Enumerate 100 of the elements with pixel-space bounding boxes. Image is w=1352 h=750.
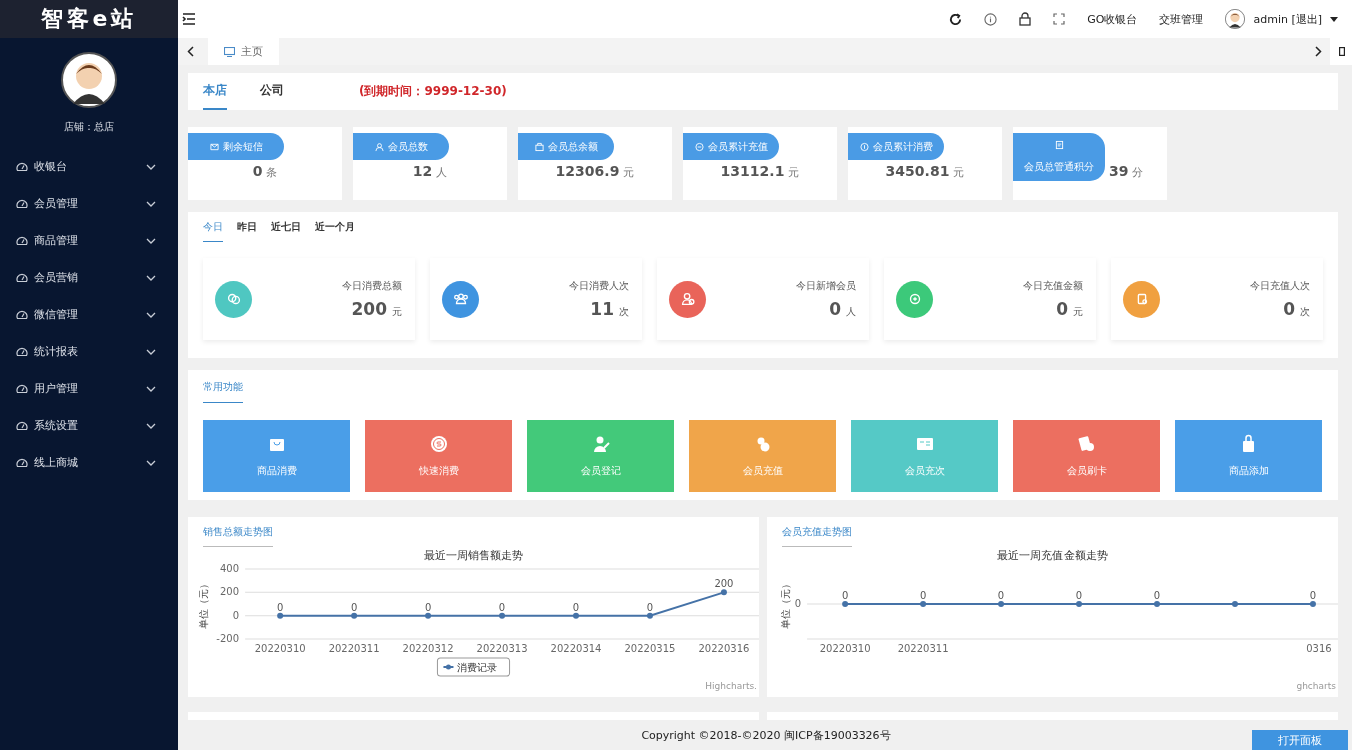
card-value: 12 bbox=[412, 163, 433, 179]
card-label: 会员总数 bbox=[353, 133, 449, 160]
caret-icon[interactable] bbox=[1330, 16, 1338, 22]
data-label: 200 bbox=[714, 578, 734, 590]
chevron-down-icon bbox=[146, 200, 156, 207]
sidebar-item[interactable]: 会员营销 bbox=[0, 259, 178, 296]
x-tick-label: 20220312 bbox=[402, 643, 454, 654]
x-tick-label: 20220310 bbox=[819, 643, 871, 654]
gauge-icon bbox=[16, 456, 28, 469]
period-tab[interactable]: 昨日 bbox=[237, 220, 257, 242]
x-tick-label: 20220311 bbox=[328, 643, 380, 654]
data-label: 0 bbox=[424, 601, 432, 613]
refresh-icon[interactable] bbox=[949, 12, 963, 26]
chevron-down-icon bbox=[146, 422, 156, 429]
card-unit: 人 bbox=[436, 165, 448, 180]
chevron-left-icon[interactable] bbox=[186, 46, 194, 57]
gauge-icon bbox=[16, 308, 28, 321]
user-avatar bbox=[1225, 9, 1246, 29]
card-unit: 元 bbox=[788, 165, 800, 180]
card-label: 会员累计消费 bbox=[848, 133, 944, 160]
card-unit: 条 bbox=[266, 165, 278, 180]
y-axis-title: 单位（元） bbox=[780, 579, 792, 629]
data-label: 0 bbox=[997, 590, 1005, 601]
card-label: 会员累计充值 bbox=[683, 133, 779, 160]
window-icon[interactable] bbox=[1339, 47, 1345, 56]
data-label: 0 bbox=[498, 601, 506, 613]
chevron-down-icon bbox=[146, 237, 156, 244]
stat-unit: 次 bbox=[1300, 305, 1310, 319]
data-label: 0 bbox=[1075, 590, 1083, 601]
chevron-down-icon bbox=[146, 163, 156, 170]
store-tab[interactable]: 公司 bbox=[260, 73, 284, 110]
store-name: 店铺：总店 bbox=[63, 120, 115, 134]
y-tick-label: 400 bbox=[220, 563, 240, 574]
x-tick-label: 20220314 bbox=[550, 643, 602, 654]
page-tab[interactable]: 主页 bbox=[208, 38, 279, 65]
y-tick-label: -200 bbox=[216, 633, 240, 644]
header-link[interactable]: 交班管理 bbox=[1159, 11, 1204, 27]
period-tab[interactable]: 近一个月 bbox=[315, 220, 355, 242]
menu-icon[interactable] bbox=[182, 13, 196, 25]
data-label: 0 bbox=[919, 590, 927, 601]
sidebar-item[interactable]: 统计报表 bbox=[0, 333, 178, 370]
card-value: 39 bbox=[1109, 163, 1129, 179]
user-menu[interactable]: admin [退出] bbox=[1253, 11, 1322, 27]
sidebar-item[interactable]: 会员管理 bbox=[0, 185, 178, 222]
data-point bbox=[646, 612, 653, 619]
sidebar-item[interactable]: 系统设置 bbox=[0, 407, 178, 444]
card-label: 剩余短信 bbox=[188, 133, 284, 160]
data-point bbox=[277, 612, 284, 619]
gauge-icon bbox=[16, 160, 28, 173]
panel-title: 会员充值走势图 bbox=[782, 525, 852, 547]
data-point bbox=[425, 612, 432, 619]
data-label: 0 bbox=[276, 601, 284, 613]
chevron-down-icon bbox=[146, 459, 156, 466]
stat-value: 200 bbox=[351, 299, 387, 319]
data-label: 0 bbox=[1309, 590, 1317, 601]
chevron-down-icon bbox=[146, 274, 156, 281]
stat-label: 今日消费人次 bbox=[569, 279, 629, 293]
y-tick-label: 200 bbox=[220, 586, 240, 598]
data-point bbox=[499, 612, 506, 619]
x-tick-label: 20220311 bbox=[897, 643, 949, 654]
data-point bbox=[573, 612, 579, 619]
card-value: 13112.1 bbox=[720, 163, 785, 179]
brand-logo: 智客e站 bbox=[0, 0, 178, 38]
sidebar-item[interactable]: 用户管理 bbox=[0, 370, 178, 407]
store-tab[interactable]: 本店 bbox=[203, 73, 227, 110]
x-tick-label: 20220316 bbox=[698, 643, 750, 654]
x-tick-label: 20220313 bbox=[476, 643, 528, 654]
gauge-icon bbox=[16, 197, 28, 210]
wallet-icon bbox=[534, 141, 544, 152]
lock-icon[interactable] bbox=[1019, 12, 1032, 26]
person-icon bbox=[374, 141, 384, 152]
sidebar-item[interactable]: 收银台 bbox=[0, 148, 178, 185]
stat-value: 0 bbox=[1283, 299, 1295, 319]
period-tab[interactable]: 近七日 bbox=[271, 220, 301, 242]
section-title: 常用功能 bbox=[203, 380, 243, 403]
fullscreen-icon[interactable] bbox=[1053, 13, 1066, 25]
sidebar-item[interactable]: 商品管理 bbox=[0, 222, 178, 259]
chart-legend[interactable]: 消费记录 bbox=[436, 657, 511, 677]
expiry-date: (到期时间：9999-12-30) bbox=[359, 83, 507, 100]
chart-title: 最近一周充值金额走势 bbox=[997, 549, 1108, 562]
chevron-right-icon[interactable] bbox=[1314, 46, 1322, 57]
chart-title: 最近一周销售额走势 bbox=[423, 549, 524, 562]
dollar-coin-icon bbox=[428, 434, 449, 454]
card-unit: 元 bbox=[623, 165, 635, 180]
card-unit: 元 bbox=[953, 165, 965, 180]
header-link[interactable]: GO收银台 bbox=[1087, 11, 1138, 27]
sidebar-item[interactable]: 线上商城 bbox=[0, 444, 178, 481]
stat-value: 0 bbox=[829, 299, 841, 319]
info-icon[interactable] bbox=[984, 12, 998, 26]
gauge-icon bbox=[16, 419, 28, 432]
stat-label: 今日新增会员 bbox=[796, 279, 856, 293]
sidebar-item[interactable]: 微信管理 bbox=[0, 296, 178, 333]
x-tick-label: 0316 bbox=[1306, 643, 1332, 654]
panel-title: 销售总额走势图 bbox=[203, 525, 273, 547]
avatar bbox=[61, 52, 117, 108]
gauge-icon bbox=[16, 271, 28, 284]
stat-label: 今日消费总额 bbox=[342, 279, 402, 293]
legend-label: 消费记录 bbox=[457, 662, 498, 673]
copyright-text: Copyright ©2018-©2020 闽ICP备19003326号 bbox=[641, 727, 891, 743]
period-tab[interactable]: 今日 bbox=[203, 220, 223, 242]
